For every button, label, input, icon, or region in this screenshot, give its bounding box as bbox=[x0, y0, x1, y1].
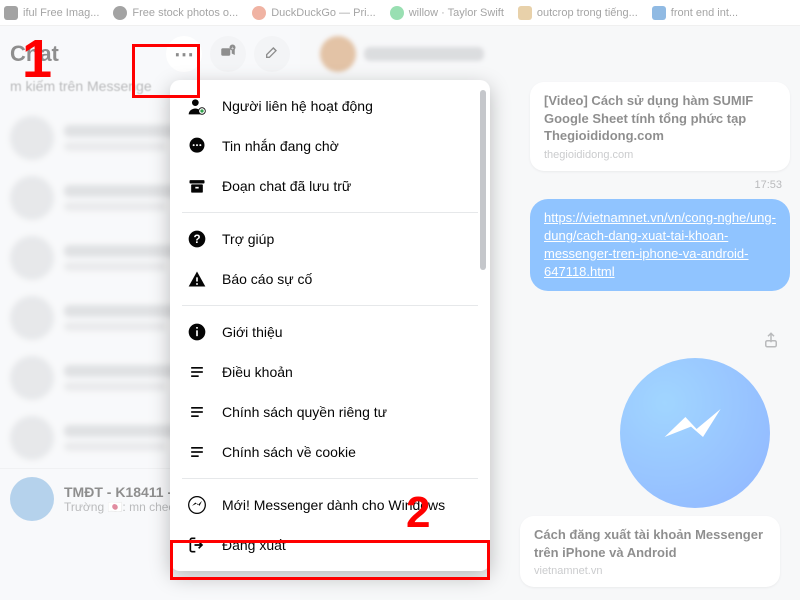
bookmark-item[interactable]: front end int... bbox=[652, 6, 738, 20]
info-icon bbox=[186, 321, 208, 343]
messenger-logo-image bbox=[620, 358, 770, 508]
compose-icon bbox=[264, 44, 280, 65]
annotation-box-1 bbox=[132, 44, 200, 98]
bookmark-item[interactable]: DuckDuckGo — Pri... bbox=[252, 6, 376, 20]
menu-item-label: Trợ giúp bbox=[222, 231, 274, 247]
menu-item-label: Chính sách quyền riêng tư bbox=[222, 404, 387, 420]
lines-icon bbox=[186, 441, 208, 463]
menu-item-label: Điều khoản bbox=[222, 364, 293, 380]
lines-icon bbox=[186, 361, 208, 383]
bookmarks-bar: iful Free Imag... Free stock photos o...… bbox=[0, 0, 800, 26]
menu-item-messenger-windows[interactable]: Mới! Messenger dành cho Windows bbox=[170, 485, 490, 525]
card-domain: vietnamnet.vn bbox=[534, 565, 766, 577]
menu-item-label: Tin nhắn đang chờ bbox=[222, 138, 339, 154]
compose-button[interactable] bbox=[254, 36, 290, 72]
menu-item-privacy[interactable]: Chính sách quyền riêng tư bbox=[170, 392, 490, 432]
link-preview-card[interactable]: Cách đăng xuất tài khoản Messenger trên … bbox=[520, 516, 780, 587]
menu-item-label: Đoạn chat đã lưu trữ bbox=[222, 178, 351, 194]
lines-icon bbox=[186, 401, 208, 423]
menu-item-active-contacts[interactable]: Người liên hệ hoạt động bbox=[170, 86, 490, 126]
svg-text:+: + bbox=[231, 45, 234, 51]
video-call-button[interactable]: + bbox=[210, 36, 246, 72]
help-icon: ? bbox=[186, 228, 208, 250]
menu-item-archived[interactable]: Đoạn chat đã lưu trữ bbox=[170, 166, 490, 206]
bookmark-item[interactable]: outcrop trong tiếng... bbox=[518, 6, 638, 20]
svg-text:?: ? bbox=[193, 233, 200, 246]
bubble-icon bbox=[186, 135, 208, 157]
card-title: Cách đăng xuất tài khoản Messenger trên … bbox=[534, 526, 766, 561]
annotation-number-1: 1 bbox=[22, 28, 52, 90]
menu-item-label: Giới thiệu bbox=[222, 324, 283, 340]
bookmark-item[interactable]: iful Free Imag... bbox=[4, 6, 99, 20]
menu-item-label: Người liên hệ hoạt động bbox=[222, 98, 373, 114]
menu-item-terms[interactable]: Điều khoản bbox=[170, 352, 490, 392]
menu-item-help[interactable]: ? Trợ giúp bbox=[170, 219, 490, 259]
link-preview-card[interactable]: [Video] Cách sử dụng hàm SUMIF Google Sh… bbox=[530, 82, 790, 171]
person-icon bbox=[186, 95, 208, 117]
menu-item-label: Báo cáo sự cố bbox=[222, 271, 312, 287]
menu-item-label: Chính sách về cookie bbox=[222, 444, 356, 460]
bookmark-item[interactable]: Free stock photos o... bbox=[113, 6, 238, 20]
card-title: [Video] Cách sử dụng hàm SUMIF Google Sh… bbox=[544, 92, 776, 145]
options-menu: Người liên hệ hoạt động Tin nhắn đang ch… bbox=[170, 80, 490, 571]
annotation-box-2 bbox=[170, 540, 490, 580]
menu-item-about[interactable]: Giới thiệu bbox=[170, 312, 490, 352]
messenger-icon bbox=[186, 494, 208, 516]
message-bubble[interactable]: https://vietnamnet.vn/vn/cong-nghe/ung-d… bbox=[530, 199, 790, 292]
card-domain: thegioididong.com bbox=[544, 149, 776, 161]
menu-item-message-requests[interactable]: Tin nhắn đang chờ bbox=[170, 126, 490, 166]
archive-icon bbox=[186, 175, 208, 197]
video-icon: + bbox=[219, 43, 237, 66]
bookmark-item[interactable]: willow · Taylor Swift bbox=[390, 6, 504, 20]
share-icon[interactable] bbox=[762, 331, 780, 354]
chat-header[interactable] bbox=[320, 36, 790, 72]
menu-item-cookies[interactable]: Chính sách về cookie bbox=[170, 432, 490, 472]
menu-item-report[interactable]: Báo cáo sự cố bbox=[170, 259, 490, 299]
scrollbar[interactable] bbox=[480, 90, 486, 270]
warning-icon bbox=[186, 268, 208, 290]
annotation-number-2: 2 bbox=[406, 488, 430, 538]
